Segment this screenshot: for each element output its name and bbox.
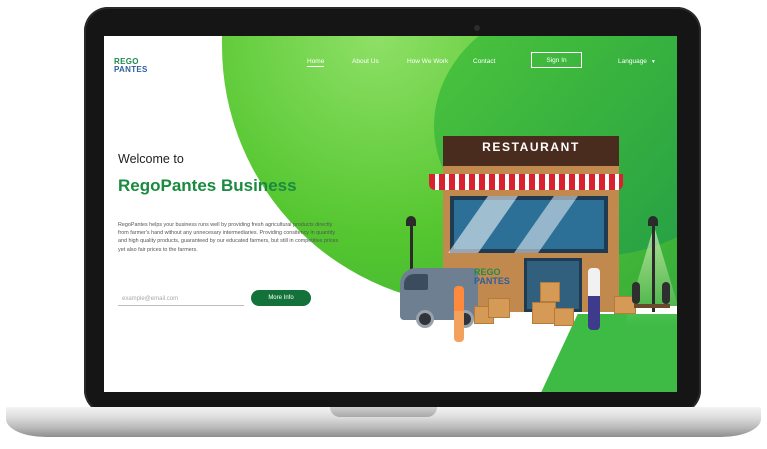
wheel-icon [416, 310, 434, 328]
logo-line-2: PANTES [114, 65, 148, 74]
van-logo: REGO PANTES [474, 268, 518, 286]
hero-description: RegoPantes helps your business runs well… [118, 222, 339, 253]
chevron-down-icon: ▼ [650, 59, 656, 65]
produce-box [540, 282, 560, 302]
nav-about-us[interactable]: About Us [352, 58, 379, 65]
cafe-customer [662, 282, 670, 304]
lamp-head-icon [648, 216, 658, 226]
lamp-head-icon [406, 216, 416, 226]
cafe-table [634, 304, 670, 308]
site-logo[interactable]: REGO PANTES [114, 58, 154, 74]
email-input[interactable]: example@email.com [118, 292, 244, 306]
more-info-button[interactable]: More Info [251, 290, 311, 306]
sign-in-button[interactable]: Sign In [531, 52, 582, 68]
welcome-heading: Welcome to [118, 152, 184, 166]
nav-how-we-work[interactable]: How We Work [407, 58, 448, 65]
restaurant-sign: RESTAURANT [482, 140, 580, 154]
language-dropdown[interactable]: Language ▼ [618, 58, 656, 65]
person-woman [454, 286, 464, 342]
striped-awning [429, 174, 623, 190]
produce-box [532, 302, 556, 324]
van-logo-line-2: PANTES [474, 276, 510, 286]
cafe-customer [632, 282, 640, 304]
camera-icon [474, 25, 480, 31]
person-man-carrying-box [588, 268, 600, 330]
produce-box [488, 298, 510, 318]
language-label: Language [618, 58, 647, 65]
produce-box [554, 308, 574, 326]
street-lamp-right [652, 222, 655, 312]
van-window [404, 274, 428, 290]
nav-home[interactable]: Home [307, 58, 325, 67]
website-screen: REGO PANTES Home About Us How We Work Co… [104, 36, 677, 392]
nav-contact[interactable]: Contact [473, 58, 495, 65]
laptop-notch [330, 407, 437, 417]
restaurant-window [450, 196, 608, 253]
brand-heading: RegoPantes Business [118, 176, 297, 195]
